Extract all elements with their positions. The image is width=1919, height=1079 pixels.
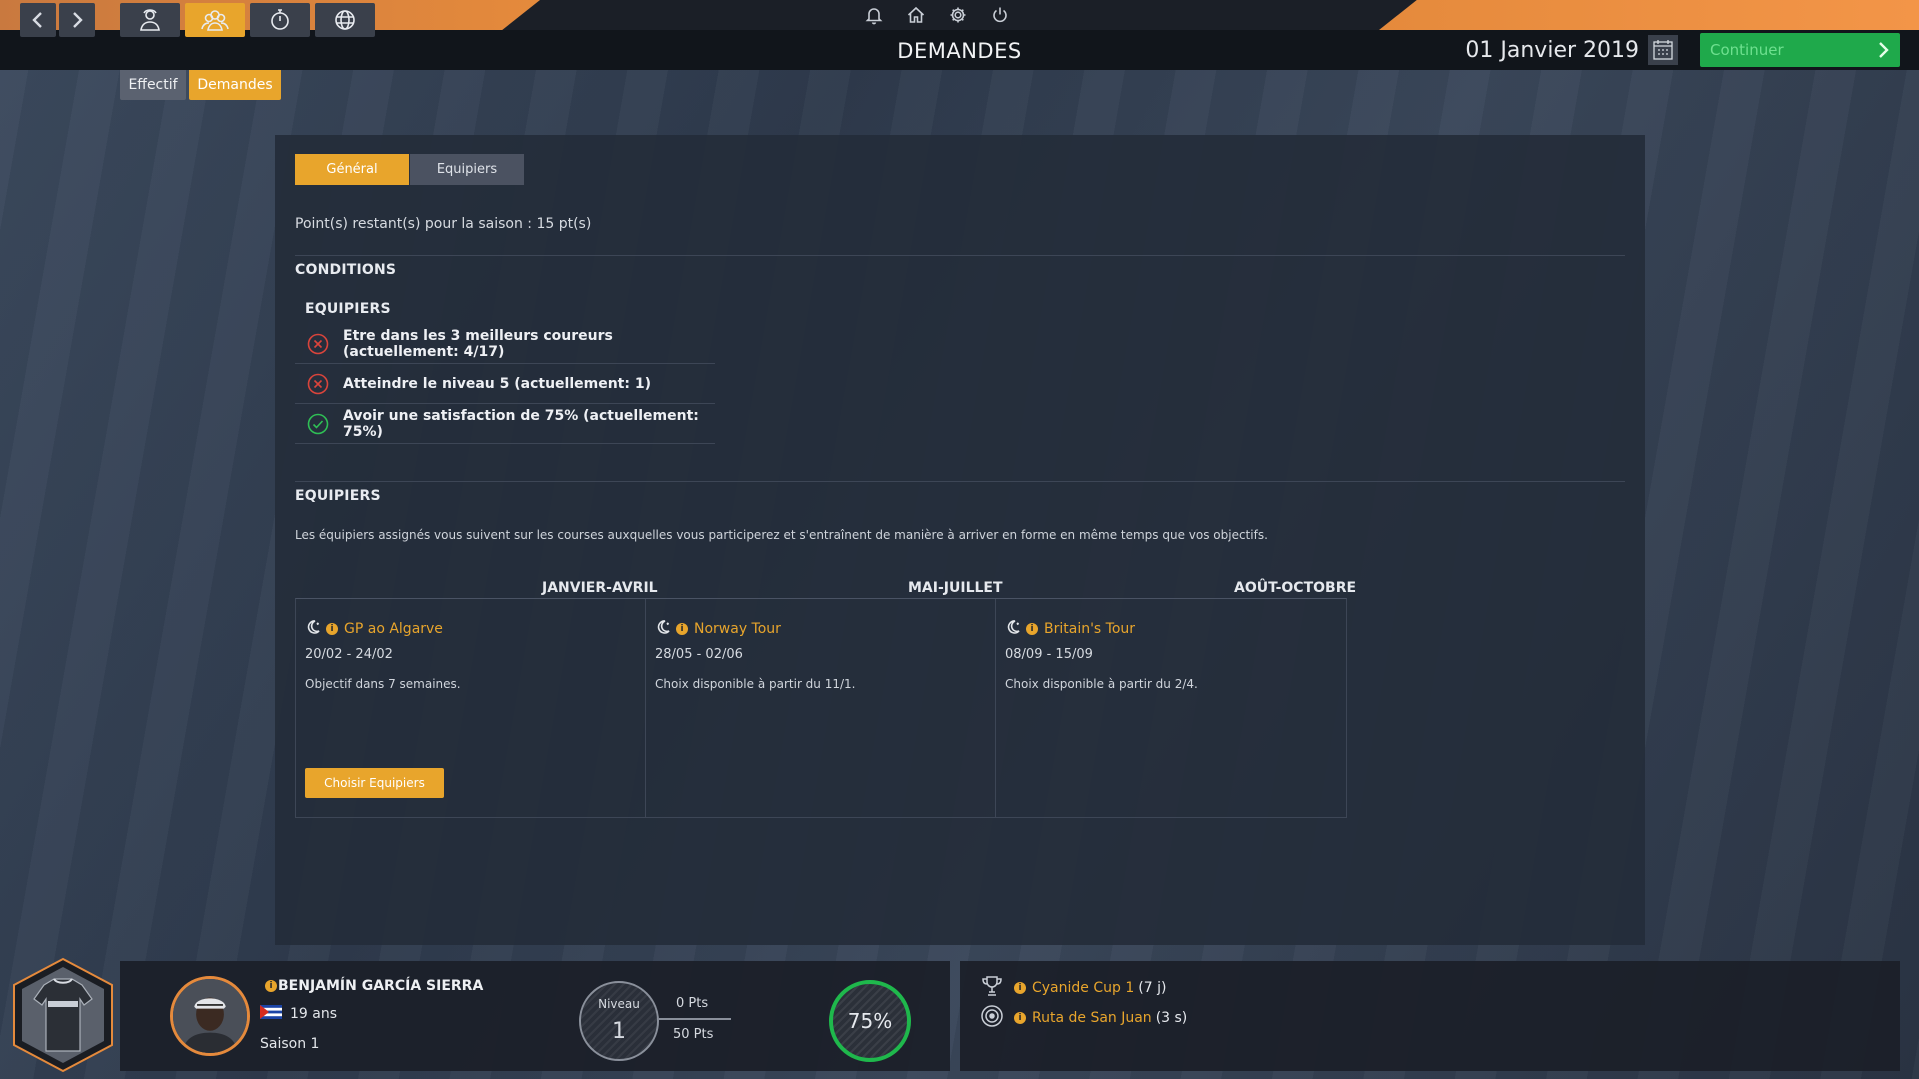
tab-general[interactable]: Général: [295, 154, 409, 185]
race-name[interactable]: Britain's Tour: [1044, 621, 1135, 637]
chevron-right-icon: [73, 12, 83, 28]
race-header: i Norway Tour: [655, 619, 781, 639]
power-icon[interactable]: [988, 3, 1012, 27]
mode-timer-button[interactable]: [250, 3, 310, 37]
mode-rider-button[interactable]: [120, 3, 180, 37]
race-dates: 20/02 - 24/02: [305, 647, 393, 662]
tab-effectif[interactable]: Effectif: [120, 70, 186, 100]
mode-world-button[interactable]: [315, 3, 375, 37]
race-header: i GP ao Algarve: [305, 619, 443, 639]
conditions-subtitle: EQUIPIERS: [305, 301, 391, 317]
objective-name[interactable]: Ruta de San Juan: [1032, 1010, 1152, 1026]
tab-demandes[interactable]: Demandes: [189, 70, 281, 100]
top-icon-bar: [862, 3, 1012, 27]
period-column: i GP ao Algarve 20/02 - 24/02 Objectif d…: [296, 599, 646, 817]
race-dates: 08/09 - 15/09: [1005, 647, 1093, 662]
divider: [295, 481, 1625, 482]
requests-panel: Général Equipiers Point(s) restant(s) po…: [275, 135, 1645, 945]
back-button[interactable]: [20, 3, 56, 37]
moon-icon: [655, 619, 671, 639]
chevron-left-icon: [32, 12, 42, 28]
condition-row: Etre dans les 3 meilleurs coureurs (actu…: [295, 324, 715, 364]
race-dates: 28/05 - 02/06: [655, 647, 743, 662]
info-icon[interactable]: i: [265, 980, 277, 992]
condition-row: Atteindre le niveau 5 (actuellement: 1): [295, 364, 715, 404]
mode-team-button[interactable]: [185, 3, 245, 37]
equipiers-description: Les équipiers assignés vous suivent sur …: [295, 528, 1268, 542]
periods-grid: i GP ao Algarve 20/02 - 24/02 Objectif d…: [295, 598, 1347, 818]
satisfaction-gauge: 75%: [829, 980, 911, 1062]
condition-text: Etre dans les 3 meilleurs coureurs (actu…: [343, 327, 613, 360]
points-needed: 50 Pts: [673, 1027, 714, 1042]
level-value: 1: [612, 1019, 626, 1044]
check-icon: [307, 413, 329, 435]
moon-icon: [1005, 619, 1021, 639]
team-jersey-icon[interactable]: [8, 955, 118, 1075]
current-date: 01 Janvier 2019: [1465, 38, 1639, 63]
race-note: Objectif dans 7 semaines.: [305, 677, 461, 691]
race-note: Choix disponible à partir du 2/4.: [1005, 677, 1198, 691]
forward-button[interactable]: [59, 3, 95, 37]
rider-season: Saison 1: [260, 1036, 320, 1052]
info-icon[interactable]: i: [1026, 623, 1038, 635]
level-label: Niveau: [598, 997, 640, 1011]
home-icon[interactable]: [904, 3, 928, 27]
points-current: 0 Pts: [676, 996, 709, 1011]
condition-row: Avoir une satisfaction de 75% (actuellem…: [295, 404, 715, 444]
equipiers-title: EQUIPIERS: [295, 488, 381, 504]
info-icon[interactable]: i: [1014, 1012, 1026, 1024]
panel-tabs: Général Equipiers: [295, 154, 524, 185]
objective-row: i Ruta de San Juan (3 s): [980, 1004, 1187, 1032]
team-icon: [201, 10, 229, 31]
race-name[interactable]: Norway Tour: [694, 621, 781, 637]
fail-icon: [307, 373, 329, 395]
info-icon[interactable]: i: [1014, 982, 1026, 994]
race-name[interactable]: GP ao Algarve: [344, 621, 443, 637]
condition-text: Atteindre le niveau 5 (actuellement: 1): [343, 375, 651, 392]
period-column: i Norway Tour 28/05 - 02/06 Choix dispon…: [646, 599, 996, 817]
cyclist-icon: [140, 9, 160, 31]
objective-time: (3 s): [1155, 1010, 1188, 1026]
tab-equipiers[interactable]: Equipiers: [409, 154, 524, 185]
period-label: AOÛT-OCTOBRE: [1234, 580, 1357, 596]
conditions-title: CONDITIONS: [295, 262, 397, 278]
trophy-icon: [980, 974, 1004, 1002]
info-icon[interactable]: i: [676, 623, 688, 635]
divider: [295, 255, 1625, 256]
calendar-button[interactable]: [1648, 35, 1678, 65]
condition-text: Avoir une satisfaction de 75% (actuellem…: [343, 407, 699, 440]
rider-name[interactable]: BENJAMÍN GARCÍA SIERRA: [278, 978, 483, 994]
points-divider: [659, 1018, 731, 1020]
choose-equipiers-button[interactable]: Choisir Equipiers: [305, 768, 444, 798]
avatar[interactable]: [170, 976, 250, 1056]
objective-time: (7 j): [1138, 980, 1167, 996]
flag-icon: [260, 1005, 282, 1019]
rider-portrait-icon: [173, 979, 247, 1053]
objective-row: i Cyanide Cup 1 (7 j): [980, 974, 1166, 1002]
fail-icon: [307, 333, 329, 355]
period-column: i Britain's Tour 08/09 - 15/09 Choix dis…: [996, 599, 1346, 817]
moon-icon: [305, 619, 321, 639]
calendar-icon: [1653, 40, 1673, 60]
stopwatch-icon: [271, 9, 289, 30]
chevron-right-icon: [1879, 42, 1889, 58]
info-icon[interactable]: i: [326, 623, 338, 635]
decor-right: [1379, 0, 1919, 30]
points-remaining: Point(s) restant(s) pour la saison : 15 …: [295, 216, 592, 232]
period-label: MAI-JUILLET: [908, 580, 1003, 596]
continue-label: Continuer: [1710, 41, 1784, 59]
gear-icon[interactable]: [946, 3, 970, 27]
race-note: Choix disponible à partir du 11/1.: [655, 677, 856, 691]
race-header: i Britain's Tour: [1005, 619, 1135, 639]
target-icon: [980, 1004, 1004, 1032]
period-label: JANVIER-AVRIL: [542, 580, 658, 596]
continue-button[interactable]: Continuer: [1700, 33, 1900, 67]
rider-age: 19 ans: [290, 1006, 338, 1022]
bell-icon[interactable]: [862, 3, 886, 27]
globe-icon: [335, 10, 355, 30]
objective-name[interactable]: Cyanide Cup 1: [1032, 980, 1134, 996]
